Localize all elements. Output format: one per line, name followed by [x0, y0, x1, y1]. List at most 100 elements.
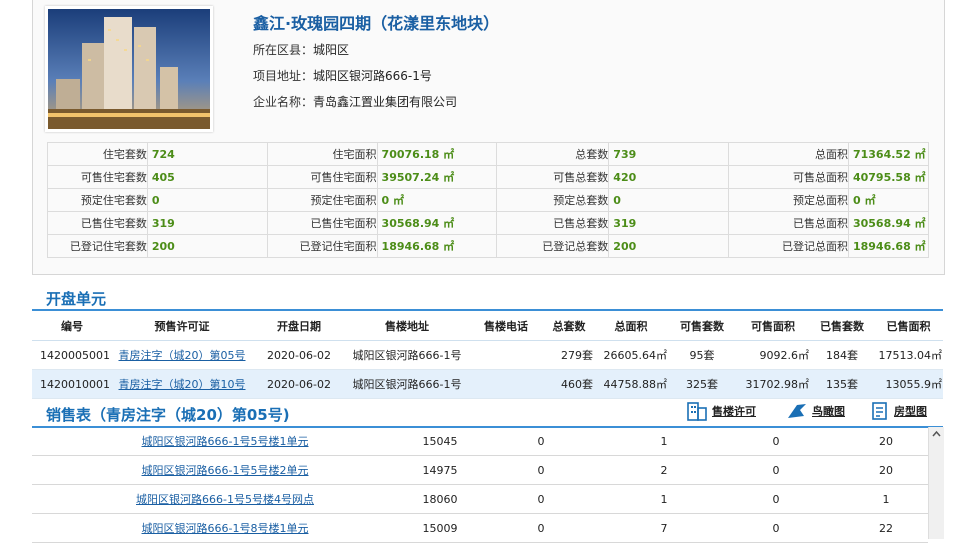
sales-row[interactable]: 城阳区银河路666-1号5号楼4号网点 18060 0 1 0 1	[32, 484, 928, 514]
building-unit-link[interactable]: 城阳区银河路666-1号8号楼1单元	[142, 522, 309, 535]
table-cell: 1420010001	[32, 369, 112, 399]
table-cell: 325套	[668, 369, 736, 399]
sales-row[interactable]: 城阳区银河路666-1号5号楼1单元 15045 0 1 0 20	[32, 427, 928, 456]
building-icon	[687, 402, 707, 421]
company-label: 企业名称：	[253, 95, 314, 109]
bird-icon	[788, 404, 806, 418]
address-value: 城阳区银河路666-1号	[313, 69, 432, 83]
stat-value: 30568.94 ㎡	[376, 211, 498, 235]
column-header: 已售面积	[874, 312, 943, 341]
stat-value: 0 ㎡	[376, 188, 498, 212]
address-line: 项目地址：城阳区银河路666-1号	[253, 67, 432, 84]
table-cell: 18060	[418, 484, 462, 514]
stat-value: 405	[146, 165, 268, 189]
table-cell: 青房注字（城20）第10号	[112, 369, 252, 399]
table-cell: 城阳区银河路666-1号5号楼4号网点	[32, 484, 418, 514]
project-info-panel: 鑫江·玫瑰园四期（花漾里东地块） 所在区县：城阳区 项目地址：城阳区银河路666…	[32, 0, 945, 275]
section-divider	[32, 309, 943, 311]
stats-row: 预定住宅套数 0 预定住宅面积 0 ㎡预定总套数 0 预定总面积 0 ㎡	[47, 188, 930, 212]
column-header: 可售套数	[668, 312, 736, 341]
stat-value: 200	[608, 234, 730, 258]
presale-permit-link[interactable]: 青房注字（城20）第10号	[119, 378, 246, 391]
building-unit-link[interactable]: 城阳区银河路666-1号5号楼4号网点	[136, 493, 314, 506]
table-cell: 135套	[810, 369, 874, 399]
stats-row: 已售住宅套数 319 已售住宅面积 30568.94 ㎡已售总套数 319 已售总面积 30…	[47, 211, 930, 235]
stat-label: 已售总套数	[496, 211, 610, 235]
stat-value: 71364.52 ㎡	[847, 142, 930, 166]
vertical-scrollbar[interactable]	[928, 427, 944, 539]
table-cell: 城阳区银河路666-1号8号楼1单元	[32, 513, 418, 543]
floorplan-icon	[872, 402, 887, 420]
project-stats-table: 住宅套数 724 住宅面积 70076.18 ㎡总套数 739 总面积 71364.52 ㎡…	[47, 142, 930, 258]
aerial-view-link[interactable]: 鸟瞰图	[786, 401, 845, 421]
table-cell: 13055.9㎡	[874, 369, 943, 399]
stats-row: 已登记住宅套数 200 已登记住宅面积 18946.68 ㎡已登记总套数 200 已登记总…	[47, 234, 930, 258]
district-line: 所在区县：城阳区	[253, 41, 349, 58]
sales-row[interactable]: 城阳区银河路666-1号8号楼1单元 15009 0 7 0 22	[32, 513, 928, 543]
stat-label: 可售总套数	[496, 165, 610, 189]
table-cell: 460套	[544, 369, 594, 399]
stat-label: 预定总面积	[728, 188, 849, 212]
building-unit-link[interactable]: 城阳区银河路666-1号5号楼1单元	[142, 435, 309, 448]
table-cell: 0	[708, 455, 844, 485]
column-header: 售楼电话	[468, 312, 544, 341]
table-cell: 0	[462, 427, 620, 456]
stat-label: 住宅套数	[47, 142, 148, 166]
stat-value: 18946.68 ㎡	[376, 234, 498, 258]
stat-label: 已登记住宅套数	[47, 234, 148, 258]
stat-label: 住宅面积	[266, 142, 378, 166]
table-cell: 31702.98㎡	[736, 369, 810, 399]
units-header-row: 编号 预售许可证 开盘日期 售楼地址 售楼电话 总套数 总面积 可售套数 可售面积 已售套数 已售面…	[32, 312, 943, 341]
sales-table: 城阳区银河路666-1号5号楼1单元 15045 0 1 0 20 城阳区银河路666-1号…	[32, 427, 928, 543]
aerial-view-label: 鸟瞰图	[812, 405, 845, 418]
table-cell: 17513.04㎡	[874, 340, 943, 370]
table-cell: 2	[620, 455, 708, 485]
stat-label: 总套数	[496, 142, 610, 166]
company-line: 企业名称：青岛鑫江置业集团有限公司	[253, 93, 457, 110]
presale-permit-link[interactable]: 青房注字（城20）第05号	[119, 349, 246, 362]
column-header: 总套数	[544, 312, 594, 341]
project-name: 鑫江·玫瑰园四期（花漾里东地块）	[253, 14, 500, 33]
table-cell: 1420005001	[32, 340, 112, 370]
table-cell: 0	[708, 484, 844, 514]
stats-row: 可售住宅套数 405 可售住宅面积 39507.24 ㎡可售总套数 420 可售总面积 40…	[47, 165, 930, 189]
table-cell: 0	[708, 513, 844, 543]
table-cell: 城阳区银河路666-1号	[346, 369, 468, 399]
stat-value: 319	[608, 211, 730, 235]
table-cell: 2020-06-02	[252, 340, 346, 370]
building-unit-link[interactable]: 城阳区银河路666-1号5号楼2单元	[142, 464, 309, 477]
table-cell: 20	[844, 455, 928, 485]
stat-value: 40795.58 ㎡	[847, 165, 930, 189]
table-cell	[468, 369, 544, 399]
sales-row[interactable]: 城阳区银河路666-1号5号楼2单元 14975 0 2 0 20	[32, 455, 928, 485]
table-row[interactable]: 1420005001 青房注字（城20）第05号 2020-06-02 城阳区银河路6…	[32, 340, 943, 370]
stat-value: 200	[146, 234, 268, 258]
table-row[interactable]: 1420010001 青房注字（城20）第10号 2020-06-02 城阳区银河路6…	[32, 369, 943, 399]
stat-value: 70076.18 ㎡	[376, 142, 498, 166]
table-cell: 15009	[418, 513, 462, 543]
stat-label: 已售住宅套数	[47, 211, 148, 235]
table-cell: 279套	[544, 340, 594, 370]
presale-license-link[interactable]: 售楼许可	[686, 401, 756, 421]
column-header: 开盘日期	[252, 312, 346, 341]
stat-value: 420	[608, 165, 730, 189]
scroll-up-icon[interactable]	[929, 427, 944, 441]
project-photo	[45, 6, 213, 132]
column-header: 编号	[32, 312, 112, 341]
sales-section-title: 销售表（青房注字（城20）第05号)	[46, 406, 290, 424]
address-label: 项目地址：	[253, 69, 314, 83]
table-cell: 青房注字（城20）第05号	[112, 340, 252, 370]
stat-label: 总面积	[728, 142, 849, 166]
stat-label: 已登记住宅面积	[266, 234, 378, 258]
table-cell: 0	[708, 427, 844, 456]
table-cell	[468, 340, 544, 370]
district-value: 城阳区	[313, 43, 350, 57]
stat-label: 已登记总套数	[496, 234, 610, 258]
table-cell: 1	[620, 427, 708, 456]
table-cell: 城阳区银河路666-1号5号楼2单元	[32, 455, 418, 485]
table-cell: 0	[462, 484, 620, 514]
stat-value: 18946.68 ㎡	[847, 234, 930, 258]
table-cell: 城阳区银河路666-1号	[346, 340, 468, 370]
units-table: 编号 预售许可证 开盘日期 售楼地址 售楼电话 总套数 总面积 可售套数 可售面积 已售套数 已售面…	[32, 312, 943, 399]
floor-plan-link[interactable]: 房型图	[870, 401, 927, 421]
